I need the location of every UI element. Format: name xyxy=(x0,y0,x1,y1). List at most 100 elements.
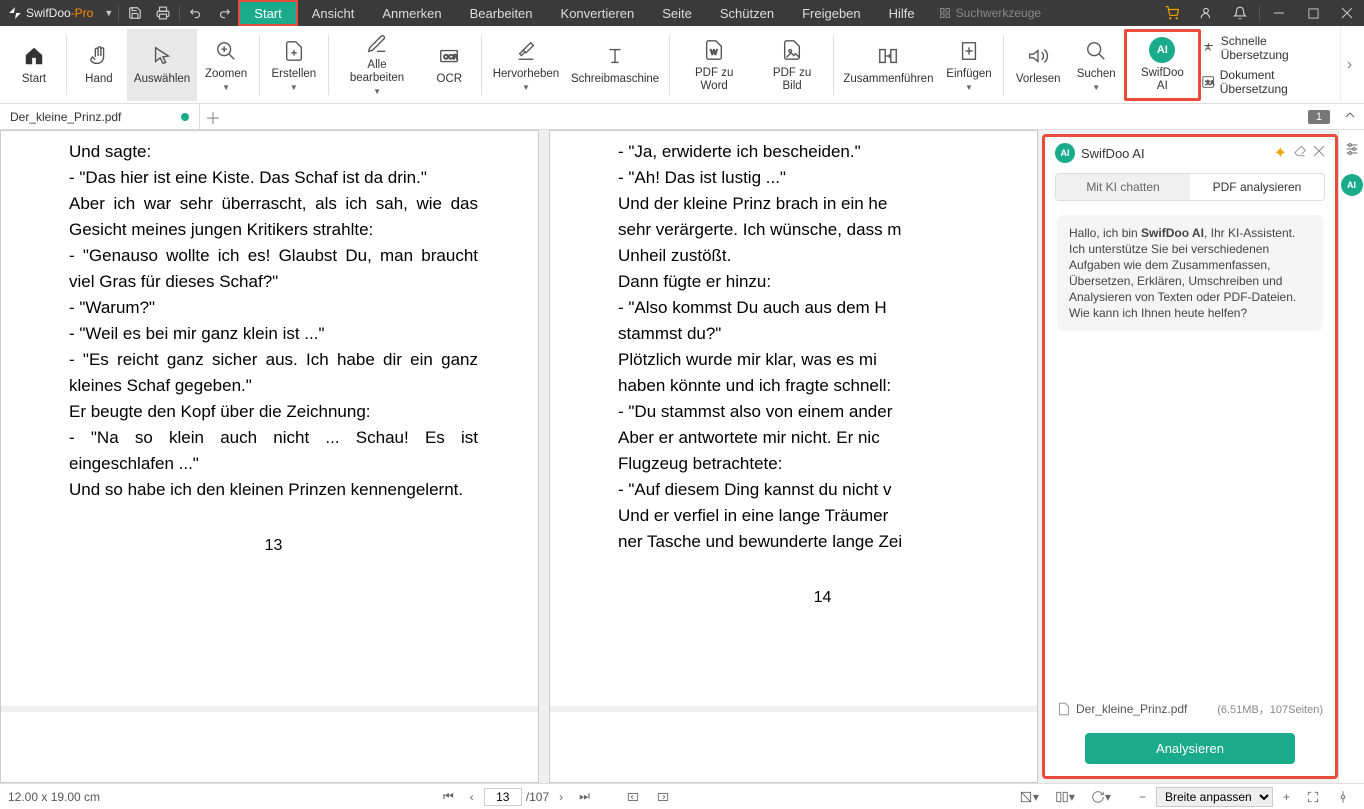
file-word-icon: W xyxy=(703,39,725,61)
ribbon-doc-translate[interactable]: 文A Dokument Übersetzung xyxy=(1201,68,1333,96)
page-right-text: - "Ja, erwiderte ich bescheiden." - "Ah!… xyxy=(618,139,1027,555)
ai-panel: AI SwifDoo AI ✦ Mit KI chatten PDF analy… xyxy=(1042,134,1338,779)
menu-freigeben[interactable]: Freigeben xyxy=(788,0,875,26)
eraser-icon[interactable] xyxy=(1293,144,1307,163)
minimize-button[interactable] xyxy=(1262,0,1296,26)
current-page-input[interactable] xyxy=(484,788,522,806)
ai-rail-icon[interactable]: AI xyxy=(1341,174,1363,196)
total-pages: /107 xyxy=(526,790,549,804)
ribbon-edit-all[interactable]: Alle bearbeiten▼ xyxy=(333,29,422,101)
main-menu: Start Ansicht Anmerken Bearbeiten Konver… xyxy=(238,0,1051,26)
page-left-num: 13 xyxy=(69,533,478,559)
bell-button[interactable] xyxy=(1223,0,1257,26)
highlighter-icon xyxy=(515,40,537,62)
document-viewport: Und sagte: - "Das hier ist eine Kiste. D… xyxy=(0,130,1364,783)
ribbon-read[interactable]: Vorlesen xyxy=(1008,29,1068,101)
edit-icon xyxy=(366,33,388,55)
grid-icon xyxy=(939,7,951,19)
ribbon-create[interactable]: Erstellen▼ xyxy=(264,29,324,101)
ribbon-merge[interactable]: Zusammenführen xyxy=(838,29,939,101)
svg-text:W: W xyxy=(711,47,718,56)
svg-text:OCR: OCR xyxy=(444,54,459,61)
ribbon-pdf-bild[interactable]: PDF zu Bild xyxy=(755,29,829,101)
file-icon xyxy=(1057,702,1071,716)
ribbon-ocr[interactable]: OCR OCR xyxy=(421,29,477,101)
ribbon-toolbar: Start Hand Auswählen Zoomen▼ Erstellen▼ … xyxy=(0,26,1364,104)
swifdoo-logo-icon xyxy=(8,6,22,20)
maximize-button[interactable] xyxy=(1296,0,1330,26)
print-button[interactable] xyxy=(149,0,177,26)
zoom-out-button[interactable]: − xyxy=(1133,788,1152,806)
ai-badge-icon: AI xyxy=(1149,37,1175,63)
first-page-button[interactable]: ⏮ xyxy=(437,787,460,806)
merge-icon xyxy=(877,45,899,67)
nav-back-button[interactable] xyxy=(620,788,646,806)
pdf-page-right[interactable]: - "Ja, erwiderte ich bescheiden." - "Ah!… xyxy=(549,130,1038,783)
menu-ansicht[interactable]: Ansicht xyxy=(298,0,369,26)
menu-schuetzen[interactable]: Schützen xyxy=(706,0,788,26)
view-mode-button[interactable]: ▾ xyxy=(1049,788,1081,806)
fullscreen-button[interactable] xyxy=(1300,788,1326,806)
ai-analyze-button[interactable]: Analysieren xyxy=(1085,733,1295,764)
annotate-toggle[interactable]: ▾ xyxy=(1013,788,1045,806)
user-button[interactable] xyxy=(1189,0,1223,26)
ribbon-hand[interactable]: Hand xyxy=(71,29,127,101)
ribbon-zoom[interactable]: Zoomen▼ xyxy=(197,29,255,101)
menu-hilfe[interactable]: Hilfe xyxy=(875,0,929,26)
close-panel-icon[interactable] xyxy=(1313,144,1325,162)
page-dimensions: 12.00 x 19.00 cm xyxy=(8,790,100,804)
undo-button[interactable] xyxy=(182,0,210,26)
save-button[interactable] xyxy=(121,0,149,26)
speaker-icon xyxy=(1027,45,1049,67)
menu-konvertieren[interactable]: Konvertieren xyxy=(547,0,649,26)
ribbon-scroll-right[interactable]: › xyxy=(1340,26,1358,104)
rotate-button[interactable]: ▾ xyxy=(1085,788,1117,806)
menu-seite[interactable]: Seite xyxy=(648,0,706,26)
file-image-icon xyxy=(781,39,803,61)
ai-badge-icon: AI xyxy=(1055,143,1075,163)
cart-button[interactable] xyxy=(1155,0,1189,26)
ribbon-search[interactable]: Suchen▼ xyxy=(1068,29,1124,101)
hand-icon xyxy=(88,45,110,67)
search-icon xyxy=(1085,40,1107,62)
zoom-icon xyxy=(215,40,237,62)
zoom-in-button[interactable]: + xyxy=(1277,788,1296,806)
page-left-text: Und sagte: - "Das hier ist eine Kiste. D… xyxy=(69,139,478,503)
pdf-page-left[interactable]: Und sagte: - "Das hier ist eine Kiste. D… xyxy=(0,130,539,783)
menu-bearbeiten[interactable]: Bearbeiten xyxy=(456,0,547,26)
add-tab-button[interactable]: ＋ xyxy=(200,104,226,130)
doc-translate-icon: 文A xyxy=(1201,74,1215,90)
ribbon-typewriter[interactable]: Schreibmaschine xyxy=(566,29,665,101)
ai-tab-chat[interactable]: Mit KI chatten xyxy=(1056,174,1190,200)
text-icon xyxy=(604,45,626,67)
search-tools[interactable]: Suchwerkzeuge xyxy=(929,6,1051,20)
redo-button[interactable] xyxy=(210,0,238,26)
ai-tab-analyze[interactable]: PDF analysieren xyxy=(1190,174,1324,200)
ribbon-highlight[interactable]: Hervorheben▼ xyxy=(486,29,565,101)
ribbon-insert[interactable]: Einfügen▼ xyxy=(939,29,1000,101)
settings-rail-icon[interactable] xyxy=(1341,138,1363,160)
ribbon-swifdoo-ai[interactable]: AI SwifDoo AI xyxy=(1124,29,1200,101)
ribbon-select[interactable]: Auswählen xyxy=(127,29,197,101)
statusbar: 12.00 x 19.00 cm ⏮ ‹ /107 › ⏭ ▾ ▾ ▾ − Br… xyxy=(0,783,1364,809)
next-page-button[interactable]: › xyxy=(553,788,569,806)
ribbon-quick-translate[interactable]: Schnelle Übersetzung xyxy=(1201,34,1333,62)
zoom-select[interactable]: Breite anpassen xyxy=(1156,787,1273,807)
ribbon-pdf-word[interactable]: W PDF zu Word xyxy=(673,29,755,101)
collapse-tabbar-icon[interactable] xyxy=(1336,108,1364,126)
nav-forward-button[interactable] xyxy=(650,788,676,806)
prev-page-button[interactable]: ‹ xyxy=(464,788,480,806)
menu-anmerken[interactable]: Anmerken xyxy=(368,0,455,26)
file-tab[interactable]: Der_kleine_Prinz.pdf xyxy=(0,104,200,130)
last-page-button[interactable]: ⏭ xyxy=(573,787,596,806)
close-button[interactable] xyxy=(1330,0,1364,26)
tab-modified-dot[interactable] xyxy=(181,113,189,121)
sparkle-icon[interactable]: ✦ xyxy=(1274,143,1287,163)
ribbon-start[interactable]: Start xyxy=(6,29,62,101)
menu-start[interactable]: Start xyxy=(238,0,297,26)
ai-attached-file: Der_kleine_Prinz.pdf (6.51MB，107Seiten) xyxy=(1045,693,1335,725)
ocr-icon: OCR xyxy=(438,45,460,67)
pin-button[interactable] xyxy=(1330,788,1356,806)
app-dropdown-icon[interactable]: ▼ xyxy=(101,8,116,18)
page-right-num: 14 xyxy=(618,585,1027,611)
